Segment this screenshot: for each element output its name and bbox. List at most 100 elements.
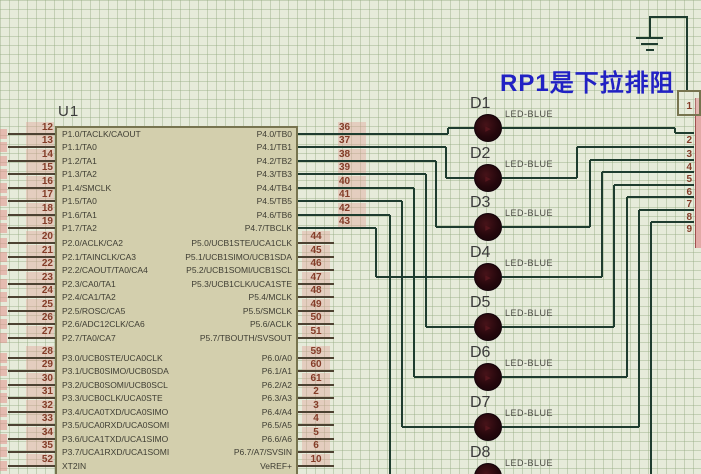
rp1-pin-number: 6 bbox=[678, 187, 692, 198]
mcu-ref-label: U1 bbox=[58, 103, 79, 120]
pin-label: P5.0/UCB1STE/UCA1CLK bbox=[162, 238, 292, 248]
pin-number: 13 bbox=[26, 135, 54, 146]
wire-segment bbox=[638, 210, 640, 427]
pin-label: P2.4/CA1/TA2 bbox=[62, 292, 116, 302]
pin-number: 3 bbox=[302, 400, 330, 411]
dangling-wire-mark bbox=[0, 306, 7, 316]
wire-segment bbox=[298, 323, 334, 325]
pin-number: 34 bbox=[26, 427, 54, 438]
dangling-wire-mark bbox=[0, 319, 7, 329]
dangling-wire-mark bbox=[0, 223, 7, 233]
pin-number: 2 bbox=[302, 386, 330, 397]
pin-number: 39 bbox=[338, 162, 366, 173]
pin-number: 17 bbox=[26, 189, 54, 200]
annotation-note: RP1是下拉排阻 bbox=[500, 63, 675, 98]
pin-number: 41 bbox=[338, 189, 366, 200]
dangling-wire-mark bbox=[0, 252, 7, 262]
wire-segment bbox=[425, 174, 427, 327]
led-D4[interactable]: ▸ bbox=[474, 263, 502, 291]
pin-label: P6.3/A3 bbox=[162, 393, 292, 403]
pin-label: P5.7/TBOUTH/SVSOUT bbox=[162, 333, 292, 343]
wire-segment bbox=[8, 242, 55, 244]
led-D1[interactable]: ▸ bbox=[474, 114, 502, 142]
pin-number: 23 bbox=[26, 272, 54, 283]
led-ref-label: D1 bbox=[470, 95, 490, 113]
led-D2[interactable]: ▸ bbox=[474, 164, 502, 192]
dangling-wire-mark bbox=[0, 142, 7, 152]
dangling-wire-mark bbox=[0, 393, 7, 403]
pin-label: P1.2/TA1 bbox=[62, 156, 97, 166]
wire-segment bbox=[298, 160, 436, 162]
rp1-pin-number: 7 bbox=[678, 199, 692, 210]
pin-label: P6.6/A6 bbox=[162, 434, 292, 444]
wire-segment bbox=[436, 226, 474, 228]
led-ref-label: D4 bbox=[470, 244, 490, 262]
wire-segment bbox=[601, 172, 603, 277]
pin-number: 26 bbox=[26, 312, 54, 323]
pin-number: 49 bbox=[302, 299, 330, 310]
led-D8[interactable]: ▸ bbox=[474, 463, 502, 474]
pin-label: P1.4/SMCLK bbox=[62, 183, 111, 193]
pin-number: 51 bbox=[302, 326, 330, 337]
led-D3[interactable]: ▸ bbox=[474, 213, 502, 241]
pin-label: P2.6/ADC12CLK/CA6 bbox=[62, 319, 145, 329]
pin-label: P6.7/A7/SVSIN bbox=[162, 447, 292, 457]
dangling-wire-mark bbox=[0, 434, 7, 444]
wire-segment bbox=[8, 200, 55, 202]
wire-segment bbox=[8, 173, 55, 175]
wire-segment bbox=[298, 173, 426, 175]
pin-label: P2.2/CAOUT/TA0/CA4 bbox=[62, 265, 148, 275]
pin-number: 33 bbox=[26, 413, 54, 424]
wire-segment bbox=[298, 337, 334, 339]
pin-number: 61 bbox=[302, 373, 330, 384]
led-D5[interactable]: ▸ bbox=[474, 313, 502, 341]
pin-label: XT2IN bbox=[62, 461, 86, 471]
pin-number: 59 bbox=[302, 346, 330, 357]
rp1-body[interactable] bbox=[695, 98, 701, 248]
pin-label: P4.4/TB4 bbox=[162, 183, 292, 193]
wire-segment bbox=[576, 147, 578, 178]
led-type-label: LED-BLUE bbox=[505, 458, 553, 468]
led-type-label: LED-BLUE bbox=[505, 308, 553, 318]
rp1-pin-number: 9 bbox=[678, 224, 692, 235]
led-D6[interactable]: ▸ bbox=[474, 363, 502, 391]
pin-label: P2.7/TA0/CA7 bbox=[62, 333, 116, 343]
wire-segment bbox=[446, 177, 474, 179]
wire-segment bbox=[435, 161, 437, 227]
wire-segment bbox=[298, 133, 448, 135]
pin-label: P3.5/UCA0RXD/UCA0SOMI bbox=[62, 420, 169, 430]
pin-number: 22 bbox=[26, 258, 54, 269]
pin-label: P3.7/UCA1RXD/UCA1SOMI bbox=[62, 447, 169, 457]
wire-segment bbox=[577, 146, 694, 148]
pin-number: 46 bbox=[302, 258, 330, 269]
pin-label: P5.2/UCB1SOMI/UCB1SCL bbox=[162, 265, 292, 275]
wire-segment bbox=[375, 228, 377, 277]
pin-label: VeREF+ bbox=[162, 461, 292, 471]
led-ref-label: D2 bbox=[470, 145, 490, 163]
wire-segment bbox=[298, 187, 414, 189]
led-ref-label: D8 bbox=[470, 444, 490, 462]
wire-segment bbox=[413, 188, 415, 377]
pin-number: 32 bbox=[26, 400, 54, 411]
pin-label: P6.2/A2 bbox=[162, 380, 292, 390]
wire-segment bbox=[414, 376, 474, 378]
wire-segment bbox=[298, 242, 334, 244]
wire-segment bbox=[298, 227, 376, 229]
pin-number: 44 bbox=[302, 231, 330, 242]
wire-segment bbox=[8, 146, 55, 148]
wire-segment bbox=[402, 426, 474, 428]
pin-number: 21 bbox=[26, 245, 54, 256]
pin-number: 16 bbox=[26, 176, 54, 187]
pin-number: 29 bbox=[26, 359, 54, 370]
pin-number: 48 bbox=[302, 285, 330, 296]
pin-label: P6.1/A1 bbox=[162, 366, 292, 376]
led-D7[interactable]: ▸ bbox=[474, 413, 502, 441]
wire-segment bbox=[8, 465, 55, 467]
led-type-label: LED-BLUE bbox=[505, 159, 553, 169]
dangling-wire-mark bbox=[0, 292, 7, 302]
wire-segment bbox=[8, 323, 55, 325]
pin-number: 38 bbox=[338, 149, 366, 160]
led-ref-label: D6 bbox=[470, 344, 490, 362]
pin-number: 28 bbox=[26, 346, 54, 357]
wire-segment bbox=[401, 201, 403, 427]
